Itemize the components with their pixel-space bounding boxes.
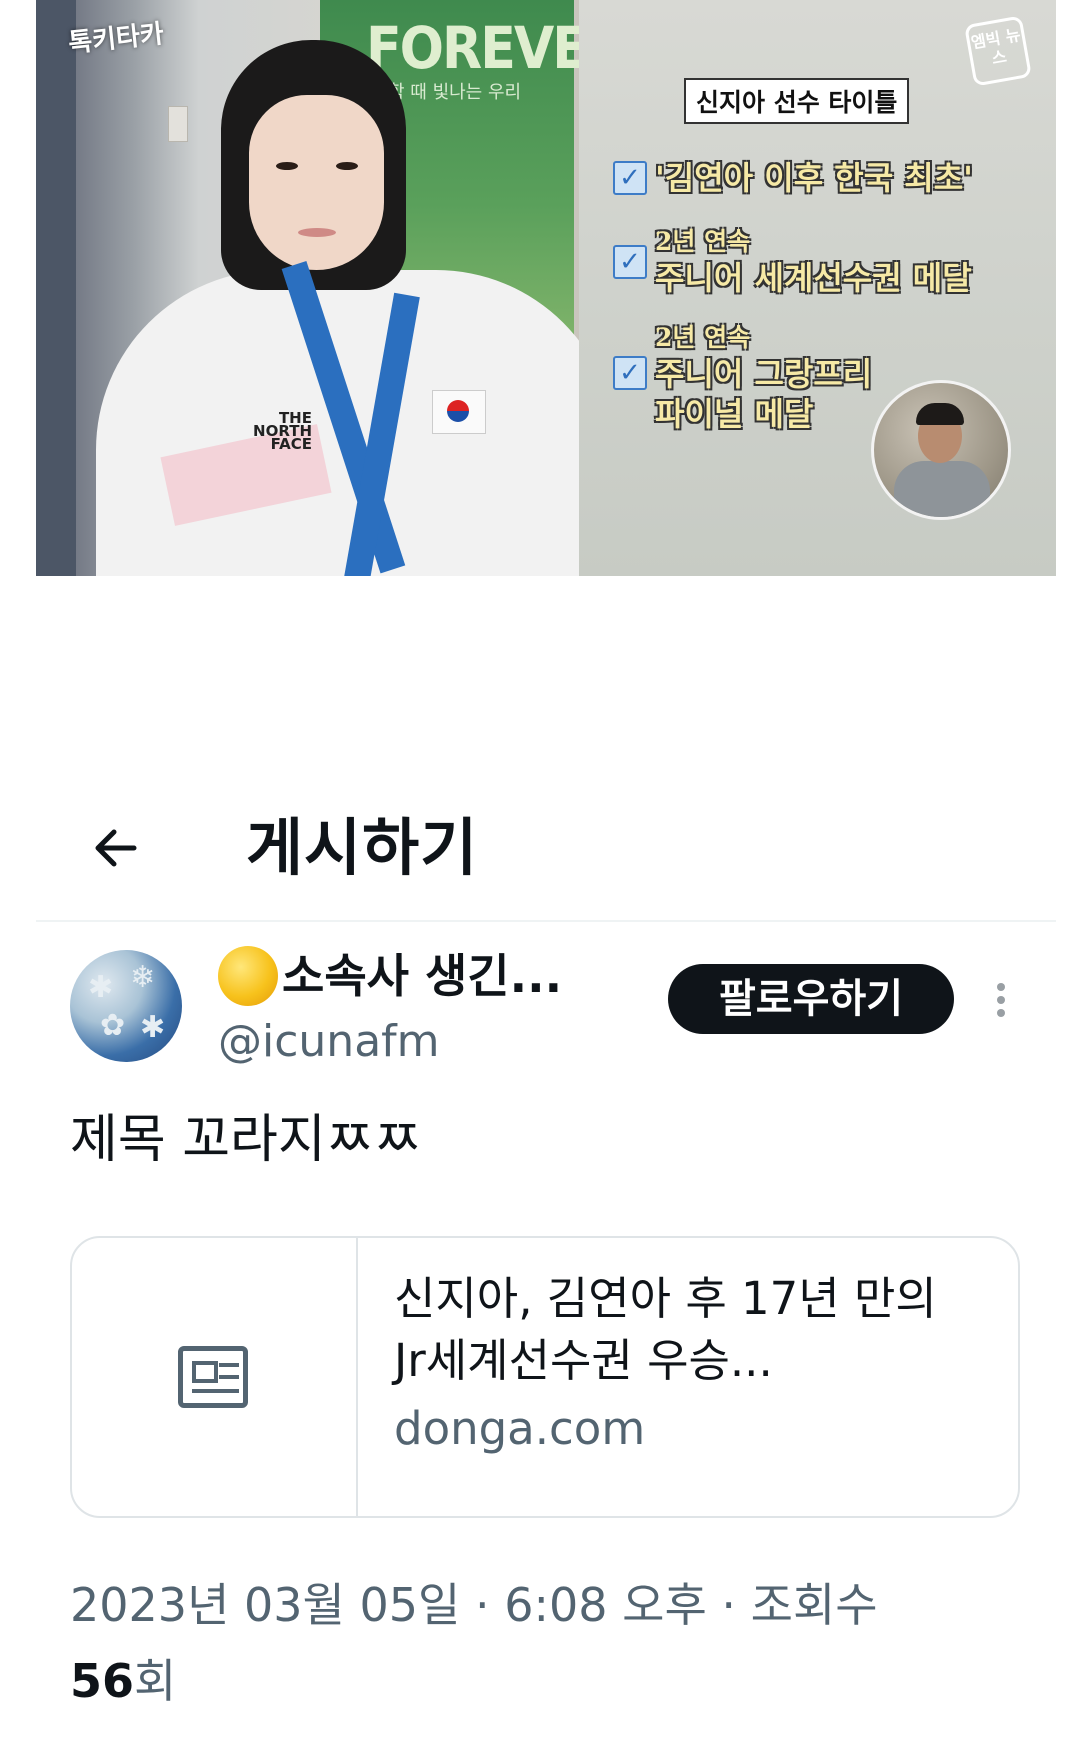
author-display-name[interactable]: 소속사 생긴...	[282, 946, 562, 1006]
post-timestamp: 2023년 03월 05일 · 6:08 오후 · 조회수	[70, 1578, 878, 1632]
view-count: 56회	[70, 1650, 176, 1712]
taegeuk-symbol	[447, 400, 469, 422]
title-item: ✓ 2년 연속 주니어 그랑프리 파이널 메달	[613, 322, 905, 434]
top-app-bar: 게시하기	[36, 790, 1056, 900]
checkbox-icon: ✓	[613, 245, 647, 279]
commentator-inset	[871, 380, 1011, 520]
card-body: 신지아, 김연아 후 17년 만의 Jr세계선수권 우승... donga.co…	[358, 1238, 1018, 1516]
banner-text: FOREVER	[366, 14, 579, 82]
card-domain: donga.com	[394, 1402, 646, 1455]
title-item: ✓ 2년 연속 주니어 세계선수권 메달	[613, 226, 972, 298]
wall-switch	[168, 106, 188, 142]
checkbox-icon: ✓	[613, 356, 647, 390]
avatar[interactable]: ✱ ❄ ✿ ✱	[70, 950, 182, 1062]
sun-emoji	[218, 946, 278, 1006]
view-count-unit: 회	[134, 1654, 177, 1708]
news-article-icon	[178, 1346, 248, 1408]
title-item-text: 2년 연속 주니어 세계선수권 메달	[655, 227, 972, 297]
commentator-hair	[916, 403, 964, 425]
video-thumbnail[interactable]: FOREVER 함 때 빛나는 우리 THE NORTH FACE 톡키타카 엠…	[36, 0, 1056, 576]
author-handle[interactable]: @icunafm	[218, 1012, 440, 1072]
jacket-logo: THE NORTH FACE	[253, 409, 312, 453]
view-count-number: 56	[70, 1654, 135, 1708]
title-item: ✓ '김연아 이후 한국 최초'	[613, 158, 973, 198]
author-name-row[interactable]: 소속사 생긴...	[218, 946, 562, 1006]
card-title: 신지아, 김연아 후 17년 만의 Jr세계선수권 우승...	[394, 1272, 937, 1387]
commentator-body	[894, 461, 990, 517]
more-options-icon[interactable]	[988, 980, 1014, 1020]
banner-subtext: 함 때 빛나는 우리	[388, 82, 522, 103]
athlete-face	[249, 95, 384, 270]
title-item-text: 2년 연속 주니어 그랑프리 파이널 메달	[655, 323, 873, 433]
card-thumbnail	[72, 1238, 358, 1516]
page-title: 게시하기	[246, 811, 479, 884]
background-door	[36, 0, 76, 576]
channel-logo: 톡키타카	[66, 19, 166, 59]
thumbnail-photo-left: FOREVER 함 때 빛나는 우리 THE NORTH FACE 톡키타카	[36, 0, 579, 576]
arrow-left-icon[interactable]	[86, 818, 146, 878]
eye-right	[336, 162, 358, 170]
follow-button[interactable]: 팔로우하기	[668, 964, 954, 1034]
checkbox-icon: ✓	[613, 161, 647, 195]
thumbnail-graphic-right: 엠빅 뉴스 신지아 선수 타이틀 ✓ '김연아 이후 한국 최초' ✓ 2년 연…	[579, 0, 1056, 576]
mouth	[298, 228, 336, 237]
title-item-text: '김연아 이후 한국 최초'	[655, 159, 973, 197]
titles-heading: 신지아 선수 타이틀	[684, 78, 910, 124]
post-text: 제목 꼬라지ㅉㅉ	[70, 1110, 422, 1170]
divider	[36, 920, 1056, 922]
news-logo: 엠빅 뉴스	[964, 15, 1032, 87]
link-preview-card[interactable]: 신지아, 김연아 후 17년 만의 Jr세계선수권 우승... donga.co…	[70, 1236, 1020, 1518]
eye-left	[276, 162, 298, 170]
